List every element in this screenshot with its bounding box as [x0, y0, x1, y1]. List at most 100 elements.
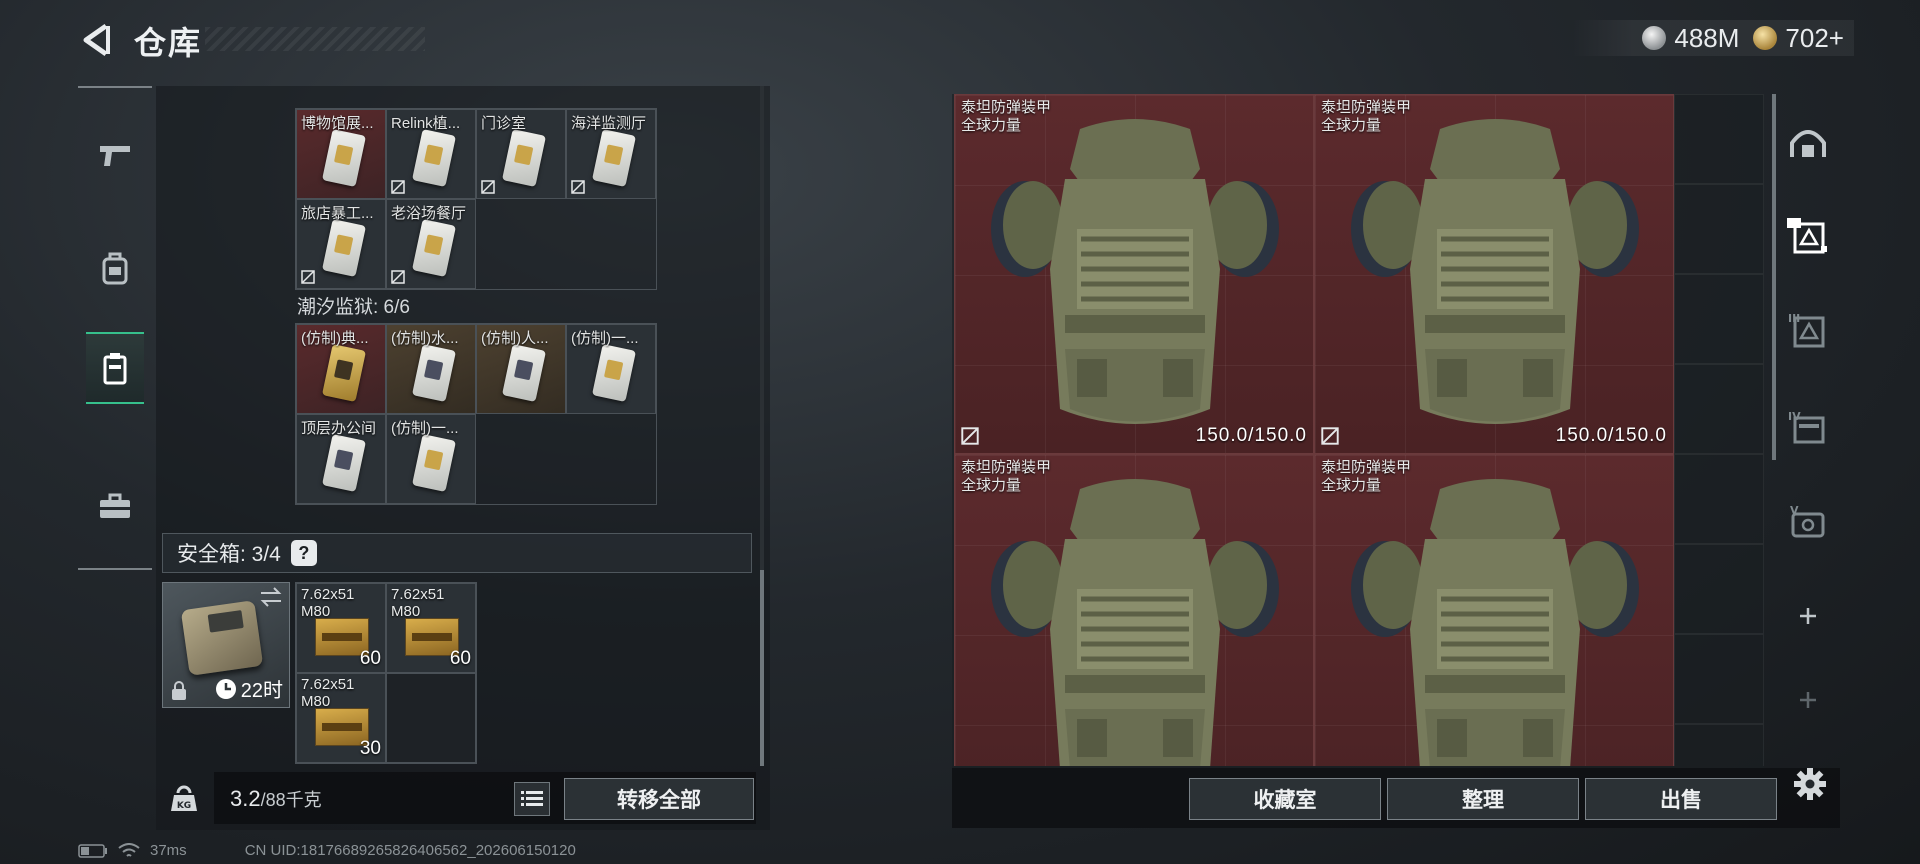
- ammo-item[interactable]: 7.62x51 M80 60: [386, 583, 476, 673]
- keycard-item[interactable]: 海洋监测厅: [566, 109, 656, 199]
- settings-button[interactable]: [1790, 764, 1830, 804]
- tab-gift-case[interactable]: [1786, 214, 1830, 258]
- storage-cell[interactable]: [1674, 634, 1764, 724]
- storage-cell[interactable]: [1674, 184, 1764, 274]
- storage-cell[interactable]: [1674, 274, 1764, 364]
- list-icon: [521, 791, 543, 806]
- item-name: Relink植...: [391, 115, 461, 132]
- currency-silver-value: 488M: [1674, 22, 1740, 53]
- item-name: (仿制)典...: [301, 330, 369, 347]
- case-iii-icon: III: [1788, 312, 1825, 348]
- no-trade-icon: [961, 427, 979, 445]
- keycard-item[interactable]: 博物馆展...: [296, 109, 386, 199]
- ammo-item[interactable]: 7.62x51 M80 30: [296, 673, 386, 763]
- swap-icon[interactable]: [259, 587, 283, 607]
- add-tab-button-2[interactable]: [1786, 678, 1830, 722]
- storage-cell[interactable]: [1674, 364, 1764, 454]
- tab-case-iii[interactable]: III: [1786, 308, 1830, 352]
- storage-cell[interactable]: [1674, 94, 1764, 184]
- armor-title: 泰坦防弹装甲: [1321, 99, 1412, 116]
- storage-tabs: III IV V: [1776, 94, 1840, 834]
- safe-box-grid: 7.62x51 M80 60 7.62x51 M80 60 7.62x51 M80 30: [295, 582, 477, 764]
- weight-readout: 3.2/88千克: [230, 786, 322, 812]
- nav-weapons[interactable]: [86, 118, 144, 190]
- armor-item[interactable]: 泰坦防弹装甲 全球力量 150.0/150.0: [954, 94, 1314, 454]
- collection-room-button[interactable]: 收藏室: [1189, 778, 1381, 820]
- sell-button[interactable]: 出售: [1585, 778, 1777, 820]
- back-button[interactable]: [78, 20, 112, 60]
- ammo-item[interactable]: 7.62x51 M80 60: [296, 583, 386, 673]
- plus-icon: [1800, 608, 1816, 624]
- gift-case-icon: [1787, 218, 1827, 254]
- inventory-scroll-thumb[interactable]: [760, 570, 764, 766]
- tab-case-iv[interactable]: IV: [1786, 406, 1830, 450]
- svg-text:III: III: [1788, 312, 1800, 325]
- container-icon: [103, 353, 127, 385]
- nav-backpack[interactable]: [86, 232, 144, 304]
- ammo-name: 7.62x51 M80: [301, 586, 354, 620]
- armor-title: 泰坦防弹装甲: [1321, 459, 1412, 476]
- item-name: (仿制)水...: [391, 330, 459, 347]
- keycard-item[interactable]: (仿制)典...: [296, 324, 386, 414]
- weight-capacity: /88千克: [260, 790, 322, 810]
- keycard-item[interactable]: 老浴场餐厅: [386, 199, 476, 289]
- keycard-item[interactable]: 顶层办公间: [296, 414, 386, 504]
- currency-bar: 488M 702+: [1572, 20, 1854, 56]
- list-view-button[interactable]: [514, 782, 550, 816]
- keycard-icon: [321, 219, 367, 277]
- uid-text: CN UID:18176689265826406562_202606150120: [244, 842, 576, 859]
- backpack-icon: [102, 252, 128, 285]
- keycard-item[interactable]: 旅店暴工...: [296, 199, 386, 289]
- currency-gold[interactable]: 702+: [1753, 23, 1844, 54]
- currency-silver[interactable]: 488M: [1642, 23, 1739, 54]
- weight-icon-slot: KG: [162, 776, 206, 820]
- safe-box-slot[interactable]: 22时: [162, 582, 290, 708]
- transfer-all-button[interactable]: 转移全部: [564, 778, 754, 820]
- case-v-icon: V: [1790, 504, 1825, 538]
- keycard-icon: [411, 129, 457, 187]
- keycard-item[interactable]: (仿制)一...: [566, 324, 656, 414]
- keycard-item[interactable]: Relink植...: [386, 109, 476, 199]
- storage-cell[interactable]: [1674, 454, 1764, 544]
- armor-vest-icon: [1351, 119, 1639, 424]
- storage-cell[interactable]: [1674, 544, 1764, 634]
- battery-icon: [78, 843, 107, 858]
- ammo-name: 7.62x51 M80: [391, 586, 444, 620]
- svg-text:KG: KG: [177, 801, 191, 811]
- armor-vest-icon: [991, 479, 1279, 766]
- item-name: 门诊室: [481, 115, 527, 132]
- keycard-item[interactable]: 门诊室: [476, 109, 566, 199]
- ammo-type: M80: [301, 693, 331, 710]
- armor-item[interactable]: 泰坦防弹装甲 全球力量 150.0/150.0: [1314, 94, 1674, 454]
- armor-faction: 全球力量: [1321, 477, 1382, 494]
- keycard-item[interactable]: (仿制)一...: [386, 414, 476, 504]
- keycard-icon: [321, 344, 367, 402]
- empty-slot[interactable]: [386, 673, 476, 763]
- storage-grid: 泰坦防弹装甲 全球力量 150.0/150.0 泰坦防弹装甲 全球力量 150.0/150…: [954, 94, 1766, 766]
- organize-button[interactable]: 整理: [1387, 778, 1579, 820]
- keycard-item[interactable]: (仿制)人...: [476, 324, 566, 414]
- safe-box-header: 安全箱: 3/4 ?: [162, 533, 752, 573]
- item-name: (仿制)一...: [391, 420, 459, 437]
- add-tab-button[interactable]: [1786, 594, 1830, 638]
- armor-faction: 全球力量: [1321, 117, 1382, 134]
- safe-timer-text: 22时: [240, 680, 283, 702]
- tab-bunker[interactable]: [1786, 120, 1830, 164]
- weight-current: 3.2: [230, 786, 261, 811]
- keycard-item[interactable]: (仿制)水...: [386, 324, 476, 414]
- storage-cell[interactable]: [1674, 724, 1764, 766]
- armor-durability: 150.0/150.0: [1195, 425, 1307, 446]
- help-button[interactable]: ?: [290, 540, 317, 566]
- tab-case-v[interactable]: V: [1786, 500, 1830, 544]
- ammo-caliber: 7.62x51: [301, 586, 355, 603]
- ammo-name: 7.62x51 M80: [301, 676, 354, 710]
- gear-icon: [1794, 768, 1826, 800]
- no-trade-icon: [301, 270, 315, 284]
- nav-toolbox[interactable]: [86, 470, 144, 542]
- armor-item[interactable]: 泰坦防弹装甲 全球力量: [954, 454, 1314, 766]
- wifi-icon: [118, 842, 140, 857]
- ping-text: 37ms: [150, 842, 187, 859]
- nav-container[interactable]: [86, 332, 144, 404]
- armor-item[interactable]: 泰坦防弹装甲 全球力量: [1314, 454, 1674, 766]
- no-trade-icon: [571, 180, 585, 194]
